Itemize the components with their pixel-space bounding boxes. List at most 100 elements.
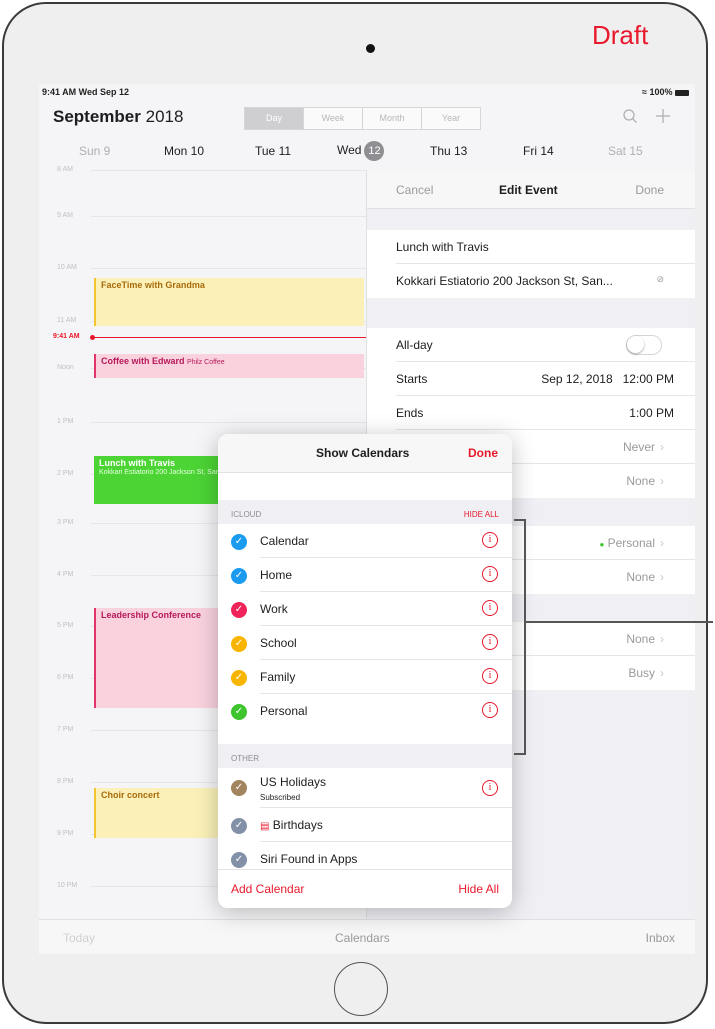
hour-label: 10 AM bbox=[57, 264, 77, 271]
front-camera bbox=[366, 44, 375, 53]
cancel-button[interactable]: Cancel bbox=[396, 183, 433, 197]
day-mon[interactable]: Mon 10 bbox=[164, 144, 204, 158]
starts-row[interactable]: Starts Sep 12, 2018 12:00 PM bbox=[367, 362, 695, 396]
info-icon[interactable]: i bbox=[482, 634, 498, 650]
hour-label: 7 PM bbox=[57, 726, 74, 733]
callout-line bbox=[526, 621, 713, 623]
bottom-toolbar: Today Calendars Inbox bbox=[39, 919, 695, 954]
ends-value: 1:00 PM bbox=[629, 406, 674, 420]
event-title: FaceTime with Grandma bbox=[101, 280, 205, 290]
calendar-value: ● Personal › bbox=[599, 536, 664, 550]
search-icon[interactable] bbox=[622, 108, 638, 124]
add-icon[interactable] bbox=[655, 108, 671, 124]
today-badge: 12 bbox=[364, 141, 385, 161]
day-tue[interactable]: Tue 11 bbox=[255, 144, 291, 158]
popover-footer: Add Calendar Hide All bbox=[218, 869, 512, 908]
travel-value-text: None bbox=[626, 474, 655, 488]
calendar-row-calendar[interactable]: ✓ Calendar i bbox=[218, 524, 512, 558]
popover-done-button[interactable]: Done bbox=[468, 446, 498, 460]
hour-label: Noon bbox=[57, 364, 74, 371]
event-title: Choir concert bbox=[101, 790, 160, 800]
calendar-row-home[interactable]: ✓ Home i bbox=[218, 558, 512, 592]
event-leadership[interactable]: Leadership Conference bbox=[94, 608, 219, 708]
all-day-toggle[interactable] bbox=[626, 335, 662, 355]
ends-row[interactable]: Ends 1:00 PM bbox=[367, 396, 695, 430]
hour-label: 10 PM bbox=[57, 882, 78, 889]
show-as-value-text: Busy bbox=[628, 666, 655, 680]
checkmark-icon[interactable]: ✓ bbox=[231, 818, 247, 834]
checkmark-icon[interactable]: ✓ bbox=[231, 568, 247, 584]
hour-label: 8 PM bbox=[57, 778, 74, 785]
status-bar: 9:41 AM Wed Sep 12 ≈ 100% bbox=[39, 84, 695, 100]
top-bar: September 2018 Day Week Month Year bbox=[39, 100, 695, 130]
checkmark-icon[interactable]: ✓ bbox=[231, 704, 247, 720]
inbox-button[interactable]: Inbox bbox=[646, 931, 675, 945]
checkmark-icon[interactable]: ✓ bbox=[231, 534, 247, 550]
calendar-row-family[interactable]: ✓ Family i bbox=[218, 660, 512, 694]
info-icon[interactable]: i bbox=[482, 702, 498, 718]
day-fri[interactable]: Fri 14 bbox=[523, 144, 554, 158]
all-day-label: All-day bbox=[396, 338, 433, 352]
event-coffee[interactable]: Coffee with Edward Philz Coffee bbox=[94, 354, 364, 378]
checkmark-icon[interactable]: ✓ bbox=[231, 852, 247, 868]
calendar-name: Work bbox=[260, 602, 288, 616]
clear-icon[interactable]: ⊘ bbox=[656, 274, 664, 285]
checkmark-icon[interactable]: ✓ bbox=[231, 670, 247, 686]
event-choir[interactable]: Choir concert bbox=[94, 788, 219, 838]
event-title-field[interactable]: Lunch with Travis bbox=[367, 230, 695, 264]
other-section-header: OTHER bbox=[218, 744, 512, 768]
wifi-icon: ≈ bbox=[641, 87, 647, 97]
hide-all-link[interactable]: HIDE ALL bbox=[464, 510, 499, 519]
invitees-value: None › bbox=[626, 570, 664, 584]
home-button[interactable] bbox=[334, 962, 388, 1016]
today-button[interactable]: Today bbox=[63, 931, 95, 945]
chevron-right-icon: › bbox=[660, 570, 664, 584]
checkmark-icon[interactable]: ✓ bbox=[231, 602, 247, 618]
day-wed[interactable]: Wed 12 bbox=[337, 141, 385, 161]
calendars-button[interactable]: Calendars bbox=[335, 931, 390, 945]
location-field[interactable]: Kokkari Estiatorio 200 Jackson St, San..… bbox=[367, 264, 695, 298]
info-icon[interactable]: i bbox=[482, 566, 498, 582]
info-icon[interactable]: i bbox=[482, 780, 498, 796]
hour-label: 4 PM bbox=[57, 571, 74, 578]
calendar-row-us-holidays[interactable]: ✓ US Holidays Subscribed i bbox=[218, 768, 512, 808]
chevron-right-icon: › bbox=[660, 632, 664, 646]
location-value: Kokkari Estiatorio 200 Jackson St, San..… bbox=[396, 274, 613, 288]
info-icon[interactable]: i bbox=[482, 532, 498, 548]
calendar-name: School bbox=[260, 636, 297, 650]
checkmark-icon[interactable]: ✓ bbox=[231, 780, 247, 796]
starts-label: Starts bbox=[396, 372, 428, 386]
calendar-subtitle: Subscribed bbox=[260, 793, 301, 802]
day-sat[interactable]: Sat 15 bbox=[608, 144, 643, 158]
event-facetime[interactable]: FaceTime with Grandma bbox=[94, 278, 364, 326]
day-sun[interactable]: Sun 9 bbox=[79, 144, 110, 158]
gift-icon: ▤ bbox=[260, 821, 270, 832]
chevron-right-icon: › bbox=[660, 536, 664, 550]
repeat-value-text: Never bbox=[622, 440, 655, 454]
hide-all-button[interactable]: Hide All bbox=[458, 882, 499, 896]
calendar-row-birthdays[interactable]: ✓ ▤ Birthdays bbox=[218, 808, 512, 842]
done-button[interactable]: Done bbox=[635, 183, 664, 197]
chevron-right-icon: › bbox=[660, 474, 664, 488]
add-calendar-button[interactable]: Add Calendar bbox=[231, 882, 304, 896]
alert-value: None › bbox=[626, 632, 664, 646]
icloud-section-header: ICLOUD HIDE ALL bbox=[218, 500, 512, 524]
title-month: September bbox=[53, 107, 141, 126]
calendar-row-work[interactable]: ✓ Work i bbox=[218, 592, 512, 626]
segment-day[interactable]: Day bbox=[244, 107, 304, 130]
battery-percent: 100% bbox=[649, 87, 673, 97]
calendar-name: Siri Found in Apps bbox=[260, 852, 358, 866]
calendar-name-group: ▤ Birthdays bbox=[260, 818, 323, 832]
info-icon[interactable]: i bbox=[482, 668, 498, 684]
segment-month[interactable]: Month bbox=[362, 107, 422, 130]
calendar-row-school[interactable]: ✓ School i bbox=[218, 626, 512, 660]
event-title-value: Lunch with Travis bbox=[396, 240, 489, 254]
segment-year[interactable]: Year bbox=[421, 107, 481, 130]
calendar-row-personal[interactable]: ✓ Personal i bbox=[218, 694, 512, 728]
info-icon[interactable]: i bbox=[482, 600, 498, 616]
popover-header: Show Calendars Done bbox=[218, 434, 512, 473]
draft-label: Draft bbox=[592, 20, 649, 50]
day-thu[interactable]: Thu 13 bbox=[430, 144, 467, 158]
checkmark-icon[interactable]: ✓ bbox=[231, 636, 247, 652]
segment-week[interactable]: Week bbox=[303, 107, 363, 130]
